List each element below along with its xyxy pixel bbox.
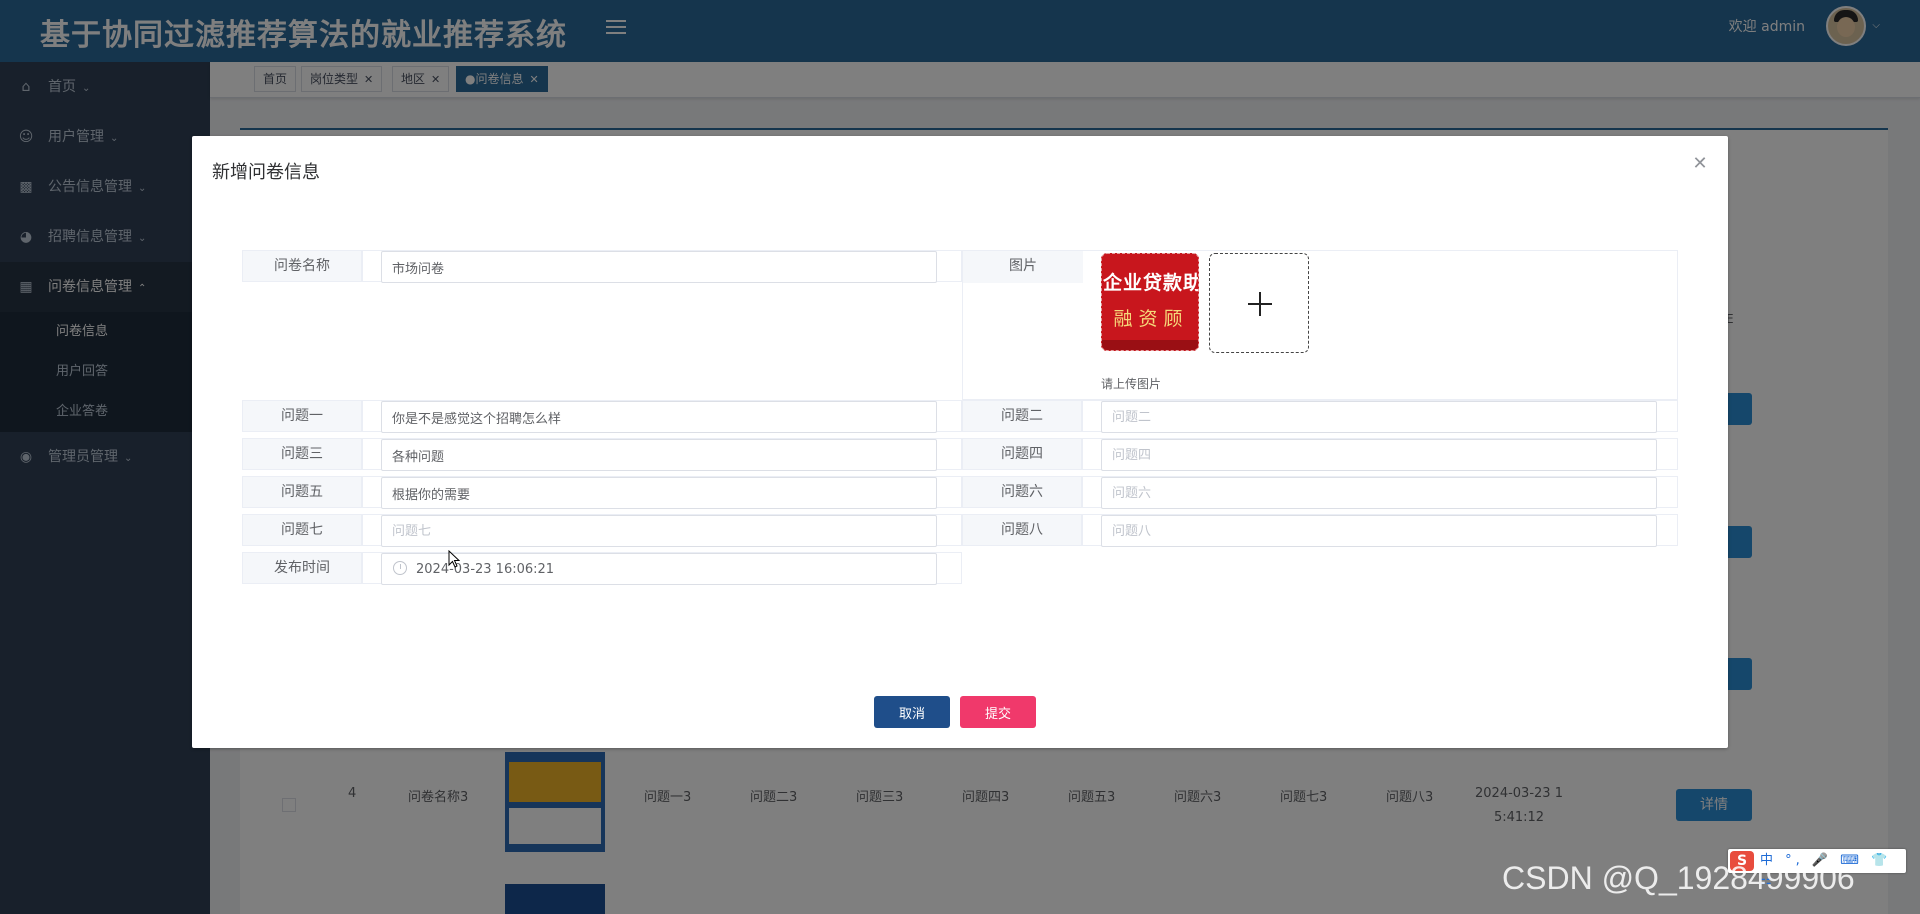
add-questionnaire-dialog: 新增问卷信息 ✕ 问卷名称 图片 企业贷款助 融资顾 请上传图片 问题一 问题二	[192, 136, 1728, 748]
field-cell	[362, 438, 962, 471]
field-label-q2: 问题二	[962, 400, 1082, 432]
cancel-button[interactable]: 取消	[874, 696, 950, 728]
uploaded-image[interactable]: 企业贷款助 融资顾	[1101, 253, 1199, 351]
question-7-input[interactable]	[381, 515, 937, 547]
field-label-name: 问卷名称	[242, 250, 362, 282]
field-cell	[1082, 476, 1678, 509]
dialog-footer: 取消 提交	[192, 696, 1728, 730]
question-2-input[interactable]	[1101, 401, 1657, 433]
question-1-input[interactable]	[381, 401, 937, 433]
question-8-input[interactable]	[1101, 515, 1657, 547]
clock-icon	[393, 561, 407, 575]
field-label-q8: 问题八	[962, 514, 1082, 546]
field-label-q4: 问题四	[962, 438, 1082, 470]
image-upload-cell: 图片 企业贷款助 融资顾 请上传图片	[962, 250, 1678, 400]
field-cell	[362, 476, 962, 509]
field-label-q5: 问题五	[242, 476, 362, 508]
question-5-input[interactable]	[381, 477, 937, 509]
question-3-input[interactable]	[381, 439, 937, 471]
field-label-q1: 问题一	[242, 400, 362, 432]
field-cell	[1082, 438, 1678, 471]
image-text: 企业贷款助	[1102, 272, 1199, 294]
image-text: 融资顾	[1113, 308, 1189, 330]
field-cell	[362, 514, 962, 547]
field-label-q6: 问题六	[962, 476, 1082, 508]
watermark: CSDN @Q_1928499906	[1502, 860, 1855, 896]
mouse-cursor-icon	[448, 550, 460, 568]
field-cell	[362, 250, 962, 283]
field-cell	[1082, 400, 1678, 433]
field-cell	[1082, 514, 1678, 547]
field-label-publish-time: 发布时间	[242, 552, 362, 584]
question-6-input[interactable]	[1101, 477, 1657, 509]
upload-hint: 请上传图片	[1101, 377, 1162, 391]
publish-time-picker[interactable]	[381, 553, 937, 585]
upload-button[interactable]	[1209, 253, 1309, 353]
field-cell	[362, 400, 962, 433]
field-label-q3: 问题三	[242, 438, 362, 470]
questionnaire-form: 问卷名称 图片 企业贷款助 融资顾 请上传图片 问题一 问题二 问题三	[242, 250, 1678, 590]
submit-button[interactable]: 提交	[960, 696, 1036, 728]
questionnaire-name-input[interactable]	[381, 251, 937, 283]
dialog-title: 新增问卷信息	[212, 162, 320, 183]
field-label-image: 图片	[963, 251, 1083, 283]
close-icon[interactable]: ✕	[1690, 154, 1710, 174]
field-label-q7: 问题七	[242, 514, 362, 546]
question-4-input[interactable]	[1101, 439, 1657, 471]
